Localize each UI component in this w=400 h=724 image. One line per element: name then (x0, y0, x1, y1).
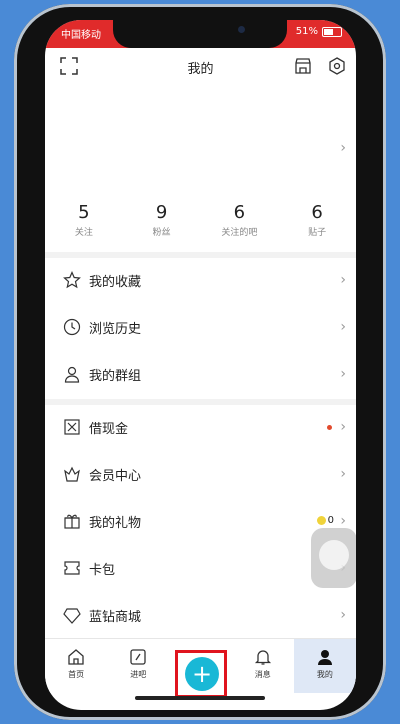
carrier-text: 中国移动 (61, 30, 101, 41)
gift-count: 0 (327, 515, 334, 526)
stat-number: 9 (155, 202, 168, 223)
chevron-right-icon: › (340, 607, 346, 623)
stat-number: 6 (233, 202, 246, 223)
crown-icon (63, 465, 81, 483)
menu-item-membership[interactable]: 会员中心 › (45, 452, 356, 499)
chevron-right-icon: › (340, 419, 346, 435)
menu-item-diamond-mall[interactable]: 蓝钻商城 › (45, 593, 356, 640)
menu-item-label: 浏览历史 (89, 322, 142, 337)
app-screen: 中国移动 51% 我的 › 5 关注 9 粉丝 6 关注的吧 6 贴子 我的收藏… (45, 20, 356, 710)
chevron-right-icon: › (340, 366, 346, 382)
tab-messages[interactable]: 消息 (232, 639, 294, 693)
add-post-button[interactable]: + (185, 657, 219, 691)
menu-item-label: 借现金 (89, 422, 129, 437)
chevron-right-icon: › (340, 140, 346, 156)
home-icon (66, 647, 86, 667)
tab-mine[interactable]: 我的 (293, 639, 356, 693)
chevron-right-icon: › (340, 466, 346, 482)
stat-label: 关注的吧 (221, 228, 258, 238)
page-header: 我的 (45, 48, 356, 84)
menu-item-card-wallet[interactable]: 卡包 › (45, 546, 356, 593)
settings-icon[interactable] (327, 56, 347, 76)
home-indicator (135, 696, 265, 700)
plus-icon: + (191, 660, 213, 688)
stat-followed-bars[interactable]: 6 关注的吧 (201, 202, 279, 252)
menu-item-label: 我的群组 (89, 369, 142, 384)
tab-enter-bar[interactable]: 进吧 (107, 639, 169, 693)
assistive-touch-icon (319, 540, 349, 570)
stat-label: 贴子 (308, 228, 327, 238)
tab-label: 首页 (68, 670, 85, 679)
profile-icon (315, 647, 335, 667)
bell-icon (253, 647, 273, 667)
chevron-right-icon: › (340, 513, 346, 529)
enter-bar-icon (128, 647, 148, 667)
chevron-right-icon: › (340, 319, 346, 335)
notification-dot (327, 425, 332, 430)
ticket-icon (63, 559, 81, 577)
user-icon (63, 365, 81, 383)
tab-home[interactable]: 首页 (45, 639, 107, 693)
cash-icon (63, 418, 81, 436)
diamond-icon (63, 606, 81, 624)
stat-following[interactable]: 5 关注 (45, 202, 123, 252)
menu-item-label: 蓝钻商城 (89, 610, 142, 625)
menu-item-borrow-cash[interactable]: 借现金 › (45, 405, 356, 452)
menu-item-history[interactable]: 浏览历史 › (45, 305, 356, 352)
tab-label: 我的 (316, 670, 333, 679)
stat-posts[interactable]: 6 贴子 (278, 202, 356, 252)
stat-fans[interactable]: 9 粉丝 (123, 202, 201, 252)
camera-icon (238, 26, 245, 33)
menu-item-groups[interactable]: 我的群组 › (45, 352, 356, 399)
stat-label: 粉丝 (152, 228, 171, 238)
gift-badge: 0 (316, 515, 334, 526)
stat-number: 5 (78, 202, 90, 223)
status-right: 51% (296, 26, 342, 37)
chevron-right-icon: › (340, 272, 346, 288)
post-button-highlight: + (175, 650, 227, 698)
menu-item-label: 我的收藏 (89, 275, 142, 290)
coin-icon (316, 516, 326, 525)
phone-notch (113, 20, 287, 48)
menu-item-favorites[interactable]: 我的收藏 › (45, 258, 356, 305)
tab-label: 进吧 (130, 670, 147, 679)
menu-item-gifts[interactable]: 我的礼物 0 › (45, 499, 356, 546)
star-icon (63, 271, 81, 289)
floating-assistive-button[interactable] (311, 528, 356, 588)
battery-icon (322, 26, 342, 37)
menu-item-label: 会员中心 (89, 469, 142, 484)
store-icon[interactable] (293, 56, 313, 76)
menu-item-label: 我的礼物 (89, 516, 142, 531)
stats-row: 5 关注 9 粉丝 6 关注的吧 6 贴子 (45, 202, 356, 252)
battery-text: 51% (295, 26, 318, 37)
stat-number: 6 (311, 202, 323, 223)
gift-icon (63, 512, 81, 530)
menu-item-label: 卡包 (89, 563, 116, 578)
clock-icon (63, 318, 81, 336)
stat-label: 关注 (74, 228, 93, 238)
tab-label: 消息 (254, 670, 271, 679)
